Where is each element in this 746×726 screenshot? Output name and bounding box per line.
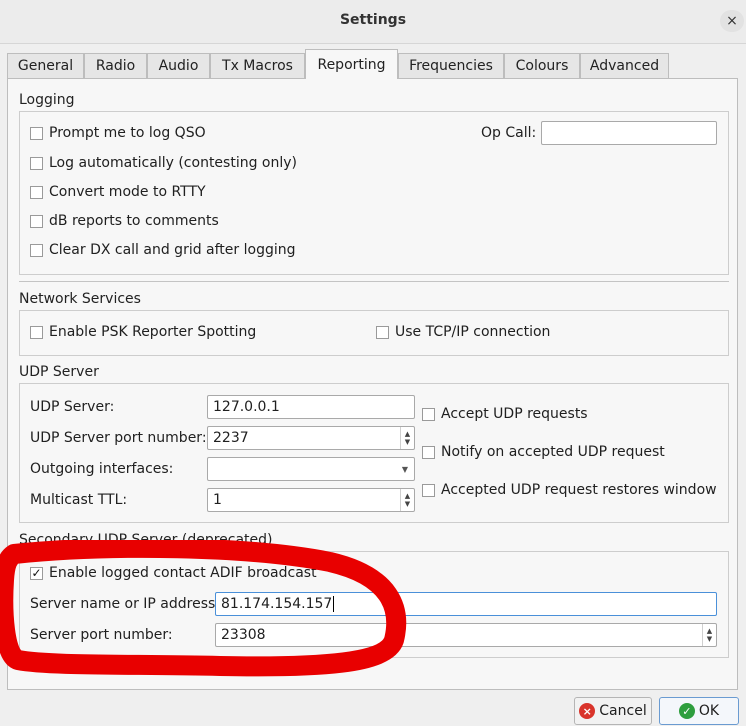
close-icon: × — [726, 13, 738, 29]
op-call-label: Op Call: — [481, 125, 537, 141]
enable-adif-broadcast-checkbox[interactable]: ✓ Enable logged contact ADIF broadcast — [30, 565, 317, 581]
checkbox-box — [422, 483, 435, 497]
tab-general[interactable]: General — [7, 53, 84, 78]
server-address-label: Server name or IP address: — [30, 596, 221, 612]
secondary-udp-title: Secondary UDP Server (deprecated) — [19, 532, 273, 548]
checkbox-label: Enable PSK Reporter Spotting — [49, 324, 257, 340]
network-services-title: Network Services — [19, 291, 141, 307]
server-port-label: Server port number: — [30, 627, 173, 643]
tab-audio[interactable]: Audio — [147, 53, 210, 78]
spin-arrows-icon[interactable]: ▲ ▼ — [400, 489, 414, 511]
udp-port-spinbox[interactable]: 2237 ▲ ▼ — [207, 426, 415, 450]
server-address-input[interactable]: 81.174.154.157 — [215, 592, 717, 616]
op-call-input[interactable] — [541, 121, 717, 145]
checkbox-box — [30, 126, 43, 140]
checkbox-label: Convert mode to RTTY — [49, 184, 206, 200]
checkbox-label: Accept UDP requests — [441, 406, 588, 422]
divider — [19, 281, 729, 282]
checkbox-label: Use TCP/IP connection — [395, 324, 551, 340]
udp-server-title: UDP Server — [19, 364, 99, 380]
spin-arrows-icon[interactable]: ▲ ▼ — [400, 427, 414, 449]
tab-advanced[interactable]: Advanced — [580, 53, 669, 78]
checkbox-box — [30, 325, 43, 339]
window-title: Settings — [339, 12, 407, 28]
tab-reporting[interactable]: Reporting — [305, 49, 398, 79]
checkbox-box — [30, 243, 43, 257]
check-icon: ✓ — [30, 566, 43, 580]
udp-port-label: UDP Server port number: — [30, 430, 207, 446]
accept-udp-checkbox[interactable]: Accept UDP requests — [422, 406, 588, 422]
checkbox-box — [30, 185, 43, 199]
checkbox-label: Prompt me to log QSO — [49, 125, 206, 141]
checkbox-label: Enable logged contact ADIF broadcast — [49, 565, 317, 581]
checkbox-box — [376, 325, 389, 339]
tab-tx-macros[interactable]: Tx Macros — [210, 53, 305, 78]
clear-dx-checkbox[interactable]: Clear DX call and grid after logging — [30, 242, 296, 258]
tab-frequencies[interactable]: Frequencies — [398, 53, 504, 78]
title-bar: Settings × — [0, 0, 746, 44]
checkbox-box — [422, 445, 435, 459]
outgoing-interfaces-label: Outgoing interfaces: — [30, 461, 174, 477]
log-automatically-checkbox[interactable]: Log automatically (contesting only) — [30, 155, 297, 171]
tcp-ip-checkbox[interactable]: Use TCP/IP connection — [376, 324, 550, 340]
convert-rtty-checkbox[interactable]: Convert mode to RTTY — [30, 184, 206, 200]
checkbox-box — [30, 156, 43, 170]
checkbox-box — [422, 407, 435, 421]
cancel-icon: × — [579, 703, 596, 719]
logging-title: Logging — [19, 92, 75, 108]
ok-button[interactable]: ✓ OK — [659, 697, 739, 725]
close-button[interactable]: × — [720, 10, 744, 32]
multicast-ttl-label: Multicast TTL: — [30, 492, 128, 508]
notify-udp-checkbox[interactable]: Notify on accepted UDP request — [422, 444, 665, 460]
udp-server-label: UDP Server: — [30, 399, 115, 415]
text-caret — [333, 596, 335, 612]
prompt-log-checkbox[interactable]: Prompt me to log QSO — [30, 125, 206, 141]
checkbox-box — [30, 214, 43, 228]
cancel-button[interactable]: × Cancel — [574, 697, 652, 725]
server-port-spinbox[interactable]: 23308 ▲ ▼ — [215, 623, 717, 647]
tab-radio[interactable]: Radio — [84, 53, 147, 78]
restore-window-checkbox[interactable]: Accepted UDP request restores window — [422, 482, 717, 498]
check-icon: ✓ — [678, 703, 695, 719]
outgoing-interfaces-dropdown[interactable]: ▼ — [207, 457, 415, 481]
checkbox-label: dB reports to comments — [49, 213, 219, 229]
checkbox-label: Accepted UDP request restores window — [441, 482, 717, 498]
checkbox-label: Log automatically (contesting only) — [49, 155, 298, 171]
db-reports-checkbox[interactable]: dB reports to comments — [30, 213, 219, 229]
udp-server-input[interactable]: 127.0.0.1 — [207, 395, 415, 419]
checkbox-label: Clear DX call and grid after logging — [49, 242, 296, 258]
multicast-ttl-spinbox[interactable]: 1 ▲ ▼ — [207, 488, 415, 512]
psk-reporter-checkbox[interactable]: Enable PSK Reporter Spotting — [30, 324, 256, 340]
chevron-down-icon: ▼ — [401, 464, 409, 474]
reporting-panel: Logging Prompt me to log QSO Log automat… — [7, 78, 738, 690]
spin-arrows-icon[interactable]: ▲ ▼ — [702, 624, 716, 646]
tab-colours[interactable]: Colours — [504, 53, 580, 78]
checkbox-label: Notify on accepted UDP request — [441, 444, 665, 460]
